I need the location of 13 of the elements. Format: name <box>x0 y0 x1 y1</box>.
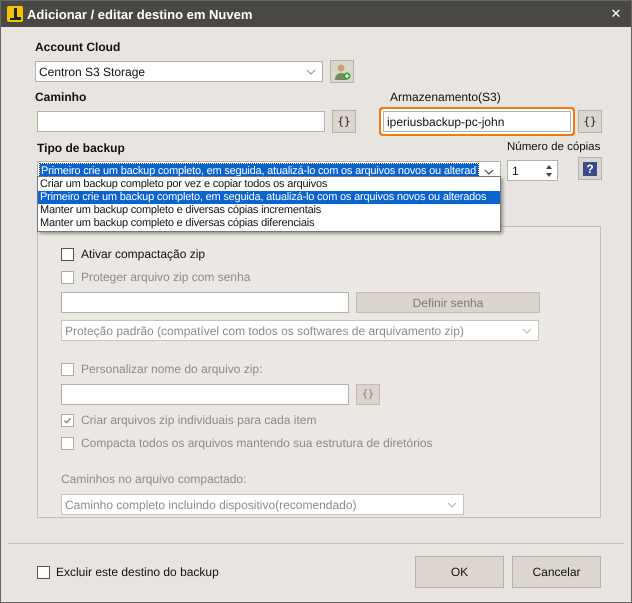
field-label: Caminhos no arquivo compactado: <box>61 472 246 486</box>
field-label: Tipo de backup <box>37 142 126 155</box>
window-title: Adicionar / editar destino em Nuvem <box>27 6 254 22</box>
checkbox-label: Proteger arquivo zip com senha <box>81 270 250 284</box>
field-label: Caminho <box>35 91 88 104</box>
field-label: Account Cloud <box>35 41 122 54</box>
checkbox-label: Excluir este destino do backup <box>56 565 219 579</box>
field-label: Armazenamento(S3) <box>390 91 502 104</box>
field-label: Número de cópias <box>507 141 602 154</box>
checkbox-label: Criar arquivos zip individuais para cada item <box>81 413 316 427</box>
checkbox-label: Ativar compactação zip <box>81 247 206 261</box>
checkbox-label: Personalizar nome do arquivo zip: <box>81 362 262 376</box>
checkbox-label: Compacta todos os arquivos mantendo sua estrutura de diretórios <box>81 436 433 450</box>
